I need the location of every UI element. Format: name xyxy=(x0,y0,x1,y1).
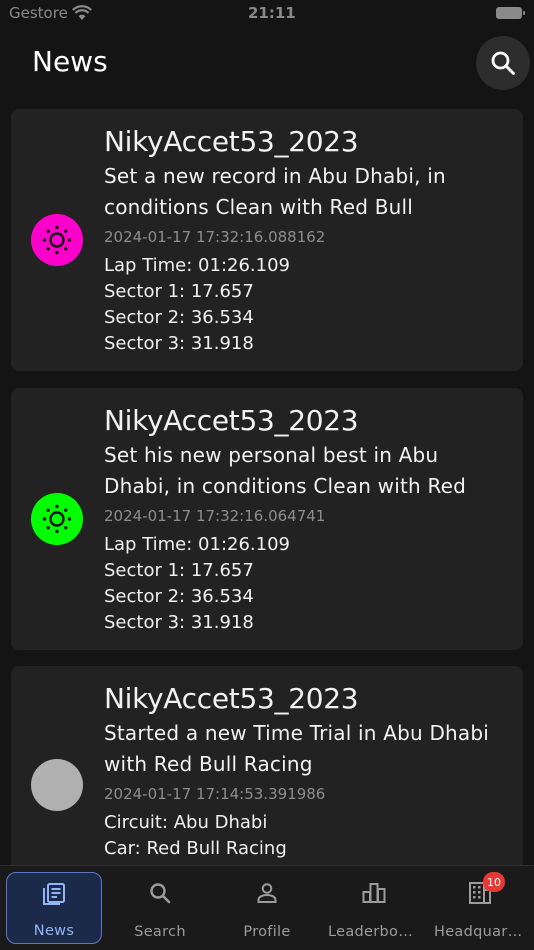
news-icon xyxy=(43,883,65,905)
tab-label: Leaderboard xyxy=(328,924,420,940)
bottom-tab-bar: News Search Profile Leaderboard 10 Headq… xyxy=(0,865,534,950)
search-button[interactable] xyxy=(476,36,530,90)
detail-line: Car: Red Bull Racing xyxy=(104,838,287,859)
news-card[interactable]: NikyAccet53_2023 Set a new record in Abu… xyxy=(11,109,523,371)
author-name: NikyAccet53_2023 xyxy=(104,404,359,437)
lap-details: Lap Time: 01:26.109 Sector 1: 17.657 Sec… xyxy=(104,532,509,636)
tab-label: Headquarters xyxy=(434,924,526,940)
building-icon-wrap: 10 xyxy=(467,872,505,906)
news-message: Set a new record in Abu Dhabi, in condit… xyxy=(104,164,446,219)
news-message: Set his new personal best in Abu Dhabi, … xyxy=(104,443,467,498)
avatar xyxy=(31,214,83,266)
detail-line: Sector 3: 31.918 xyxy=(104,612,254,633)
sun-icon xyxy=(42,504,72,534)
carrier-label: Gestore xyxy=(9,4,68,22)
search-icon xyxy=(491,51,515,75)
author-name: NikyAccet53_2023 xyxy=(104,125,359,158)
clock: 21:11 xyxy=(248,4,296,22)
avatar xyxy=(31,759,83,811)
tab-search[interactable]: Search xyxy=(112,872,208,944)
tab-label: News xyxy=(33,923,75,939)
leaderboard-icon xyxy=(362,883,386,903)
tab-profile[interactable]: Profile xyxy=(219,872,315,944)
detail-line: Lap Time: 01:26.109 xyxy=(104,255,290,276)
news-message: Started a new Time Trial in Abu Dhabi wi… xyxy=(104,721,490,776)
notification-badge: 10 xyxy=(483,872,505,892)
sun-icon xyxy=(42,225,72,255)
detail-line: Lap Time: 01:26.109 xyxy=(104,534,290,555)
detail-line: Sector 3: 31.918 xyxy=(104,333,254,354)
status-bar: Gestore 21:11 xyxy=(0,0,534,28)
trial-details: Circuit: Abu Dhabi Car: Red Bull Racing xyxy=(104,810,509,862)
timestamp: 2024-01-17 17:14:53.391986 xyxy=(104,785,326,803)
timestamp: 2024-01-17 17:32:16.064741 xyxy=(104,507,326,525)
lap-details: Lap Time: 01:26.109 Sector 1: 17.657 Sec… xyxy=(104,253,509,357)
timestamp: 2024-01-17 17:32:16.088162 xyxy=(104,228,326,246)
tab-leaderboard[interactable]: Leaderboard xyxy=(326,872,422,944)
detail-line: Sector 2: 36.534 xyxy=(104,307,254,328)
tab-news[interactable]: News xyxy=(6,872,102,944)
search-icon xyxy=(150,883,171,904)
detail-line: Circuit: Abu Dhabi xyxy=(104,812,268,833)
news-card[interactable]: NikyAccet53_2023 Set his new personal be… xyxy=(11,388,523,650)
avatar xyxy=(31,493,83,545)
tab-headquarters[interactable]: 10 Headquarters xyxy=(432,872,528,944)
news-feed[interactable]: NikyAccet53_2023 Set a new record in Abu… xyxy=(11,109,523,865)
tab-label: Search xyxy=(134,924,186,940)
detail-line: Sector 2: 36.534 xyxy=(104,586,254,607)
page-title: News xyxy=(32,45,108,78)
person-icon xyxy=(257,883,277,903)
detail-line: Sector 1: 17.657 xyxy=(104,560,254,581)
tab-label: Profile xyxy=(243,924,291,940)
detail-line: Sector 1: 17.657 xyxy=(104,281,254,302)
wifi-icon xyxy=(72,5,92,20)
author-name: NikyAccet53_2023 xyxy=(104,682,359,715)
news-card[interactable]: NikyAccet53_2023 Started a new Time Tria… xyxy=(11,666,523,865)
app-header: News xyxy=(0,28,534,100)
battery-icon xyxy=(496,7,525,19)
